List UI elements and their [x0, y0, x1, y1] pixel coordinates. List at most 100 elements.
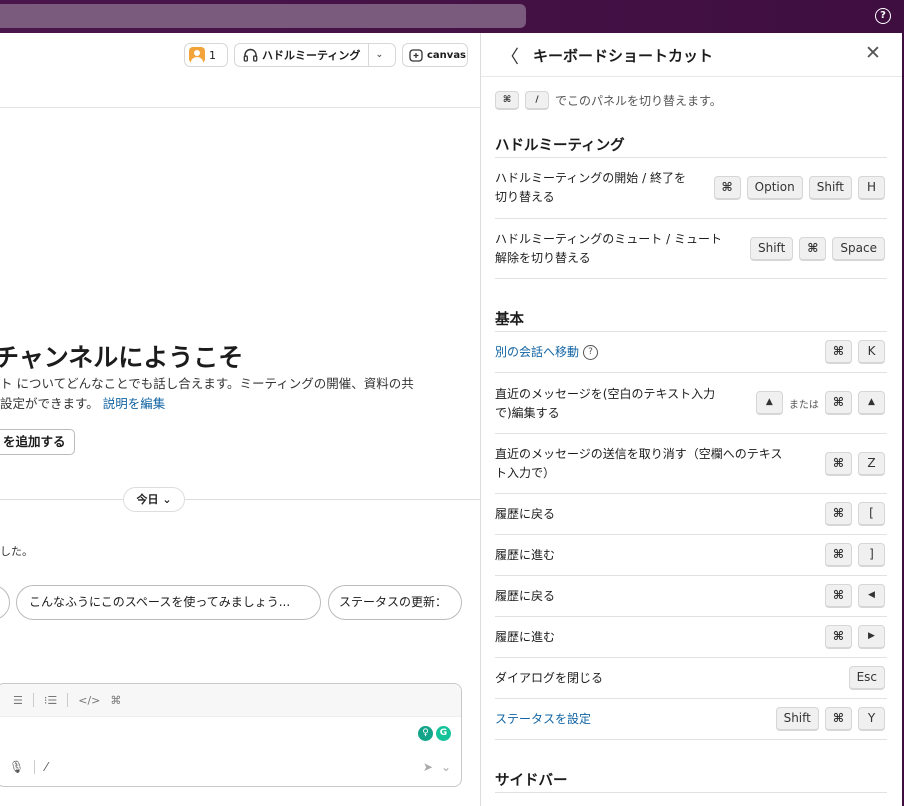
code-icon[interactable]: </>	[78, 694, 100, 707]
shortcut-label: 直近のメッセージの送信を取り消す（空欄へのテキス ト入力で）	[495, 445, 782, 483]
key-cap: Shift	[750, 237, 794, 261]
shortcut-label-line: ト入力で）	[495, 466, 556, 480]
divider	[67, 693, 69, 707]
shortcut-row: 履歴に進む ⌘ ▶	[495, 617, 887, 658]
close-icon[interactable]: ✕	[865, 42, 881, 64]
shortcut-row: ダイアログを閉じる Esc	[495, 658, 887, 699]
panel-title: キーボードショートカット	[533, 47, 714, 65]
numbered-list-icon[interactable]: ⁝☰	[44, 694, 57, 707]
bullet-list-icon[interactable]: ☰	[13, 694, 23, 707]
shortcut-label: 直近のメッセージを(空白のテキスト入力 で)編集する	[495, 385, 715, 423]
key-cap: Esc	[848, 666, 885, 690]
shortcut-label: 履歴に戻る	[495, 589, 556, 603]
back-icon[interactable]: 〈	[501, 43, 519, 69]
jump-conversation-link[interactable]: 別の会話へ移動	[495, 345, 579, 359]
shortcut-row: 別の会話へ移動? ⌘ K	[495, 332, 887, 373]
section-title-basic: 基本	[495, 312, 524, 328]
shortcut-keys: ⌘ ]	[824, 543, 885, 567]
key-cap: H	[858, 176, 885, 200]
grammarly-icon[interactable]: G	[436, 726, 451, 741]
toggle-hint-text: でこのパネルを切り替えます。	[555, 94, 722, 108]
key-cap: ▲	[858, 391, 885, 415]
microphone-icon[interactable]: 🎙	[9, 760, 24, 774]
headphones-icon	[243, 48, 258, 62]
shortcut-keys: ⌘ ▶	[824, 625, 885, 649]
key-cap: Space	[832, 237, 885, 261]
shortcut-keys: ⌘ Option Shift H	[713, 176, 885, 200]
panel-header: 〈 キーボードショートカット ✕	[481, 33, 902, 77]
shortcut-row: 直近のメッセージの送信を取り消す（空欄へのテキス ト入力で） ⌘ Z	[495, 434, 887, 494]
shortcut-label-line: で)編集する	[495, 406, 560, 420]
avatar	[189, 47, 205, 63]
description-line: ト についてどんなことでも話し合えます。ミーティングの開催、資料の共	[0, 376, 414, 391]
shortcut-label-line: ハドルミーティングの開始 / 終了を	[495, 171, 686, 185]
key-cap: Shift	[775, 707, 819, 731]
edit-description-link[interactable]: 説明を編集	[103, 396, 166, 411]
shortcut-label-line: 切り替える	[495, 190, 555, 204]
send-icon[interactable]: ➤	[423, 760, 433, 774]
key-cap: ⌘	[824, 625, 852, 649]
or-text: または	[788, 399, 819, 411]
key-cap: ⌘	[824, 391, 852, 415]
key-cap: [	[858, 502, 885, 526]
key-cap: Shift	[808, 176, 852, 200]
top-bar: ?	[0, 0, 904, 33]
toggle-panel-hint: ⌘ / でこのパネルを切り替えます。	[495, 91, 722, 110]
channel-pane: 1 ハドルミーティング ⌄ canvas チャンネルにようこそ ト についてどん…	[0, 33, 480, 806]
key-cap: ⌘	[824, 707, 852, 731]
chevron-down-icon: ⌄	[162, 493, 172, 506]
message-composer[interactable]: ☰ ⁝☰ </> ⌘ ♀ G 🎙 ⁄ ➤ ⌄	[0, 683, 462, 787]
chevron-down-icon[interactable]: ⌄	[369, 50, 389, 60]
welcome-title: チャンネルにようこそ	[0, 343, 244, 372]
keyboard-shortcuts-panel: 〈 キーボードショートカット ✕ ⌘ / でこのパネルを切り替えます。 ハドルミ…	[480, 33, 902, 806]
key-cap: ⌘	[824, 452, 852, 476]
member-count-button[interactable]: 1	[184, 43, 228, 67]
huddle-button[interactable]: ハドルミーティング ⌄	[234, 43, 396, 67]
shortcut-label-line: 直近のメッセージを(空白のテキスト入力	[495, 387, 716, 401]
key-cap: ⌘	[824, 340, 852, 364]
chevron-down-icon[interactable]: ⌄	[441, 760, 451, 774]
canvas-label: canvas	[427, 49, 467, 61]
shortcut-row: 履歴に戻る ⌘ ◀	[495, 576, 887, 617]
shortcut-label[interactable]: 別の会話へ移動?	[495, 343, 599, 362]
shortcut-keys: ⌘ Z	[824, 452, 885, 476]
shortcut-label-line: ハドルミーティングのミュート / ミュート	[495, 232, 722, 246]
huddle-start-button[interactable]: ハドルミーティング	[235, 44, 370, 66]
today-label: 今日	[136, 493, 159, 506]
shortcut-label-line: 解除を切り替える	[495, 251, 591, 265]
today-jump-button[interactable]: 今日 ⌄	[123, 487, 185, 512]
search-bar[interactable]	[0, 4, 526, 28]
set-status-link[interactable]: ステータスを設定	[495, 710, 591, 729]
shortcut-keys: Shift ⌘ Y	[775, 707, 885, 731]
help-icon[interactable]: ?	[875, 8, 891, 24]
shortcut-keys: ▲ または ⌘ ▲	[755, 391, 885, 415]
grammarly-lightbulb-icon[interactable]: ♀	[418, 726, 433, 741]
send-area: ➤ ⌄	[423, 760, 451, 774]
suggestion-chip[interactable]: こんなふうにこのスペースを使ってみましょう...	[16, 585, 321, 620]
shortcut-label: ハドルミーティングのミュート / ミュート 解除を切り替える	[495, 230, 722, 268]
key-cap: ⌘	[495, 91, 519, 110]
shortcut-label: ハドルミーティングの開始 / 終了を 切り替える	[495, 169, 686, 207]
grammarly-widget[interactable]: ♀ G	[418, 726, 451, 741]
shortcut-row: 直近のメッセージを(空白のテキスト入力 で)編集する ▲ または ⌘ ▲	[495, 373, 887, 434]
shortcut-label: 履歴に進む	[495, 630, 556, 644]
divider	[34, 760, 36, 774]
huddle-label: ハドルミーティング	[262, 49, 361, 62]
key-cap: ▲	[755, 391, 783, 415]
canvas-icon	[409, 49, 423, 62]
suggestion-chip[interactable]	[0, 585, 10, 620]
section-title-sidebar: サイドバー	[495, 773, 568, 789]
member-count: 1	[209, 48, 216, 62]
key-cap: ⌘	[824, 543, 852, 567]
slash-command-icon[interactable]: ⁄	[45, 760, 47, 774]
add-people-button[interactable]: を追加する	[0, 429, 75, 455]
channel-header: 1 ハドルミーティング ⌄ canvas	[0, 33, 480, 108]
shortcut-row: 履歴に進む ⌘ ]	[495, 535, 887, 576]
day-divider	[0, 499, 480, 500]
divider	[32, 693, 34, 707]
code-block-icon[interactable]: ⌘	[110, 694, 121, 707]
divider	[495, 792, 887, 793]
suggestion-chip[interactable]: ステータスの更新：	[328, 585, 462, 620]
canvas-button[interactable]: canvas	[402, 43, 468, 67]
info-icon[interactable]: ?	[583, 345, 599, 360]
